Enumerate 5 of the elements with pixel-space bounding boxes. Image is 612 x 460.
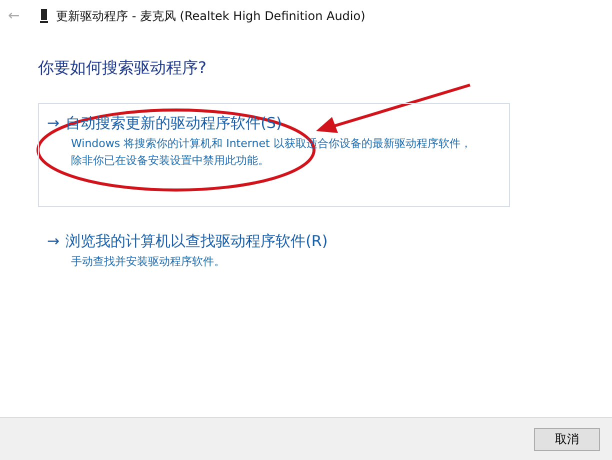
cancel-button[interactable]: 取消: [534, 428, 600, 450]
device-icon: [40, 9, 48, 23]
window-title: 更新驱动程序 - 麦克风 (Realtek High Definition Audio): [56, 8, 366, 24]
question-heading: 你要如何搜索驱动程序?: [38, 58, 208, 79]
option-link[interactable]: → 浏览我的计算机以查找驱动程序软件(R) 手动查找并安装驱动程序软件。: [38, 221, 510, 281]
